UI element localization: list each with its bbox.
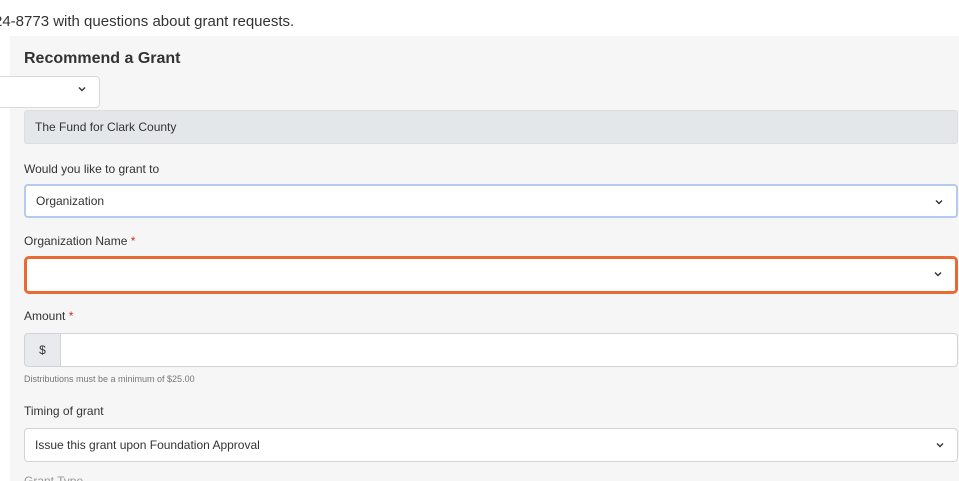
timing-value: Issue this grant upon Foundation Approva… [35, 438, 260, 452]
timing-label: Timing of grant [24, 404, 104, 418]
grant-to-label: Would you like to grant to [24, 162, 160, 176]
contact-notice-text: 24-8773 with questions about grant reque… [0, 13, 295, 30]
amount-help-text: Distributions must be a minimum of $25.0… [24, 374, 195, 384]
required-mark: * [130, 234, 136, 248]
amount-label-text: Amount [24, 309, 66, 323]
org-name-label: Organization Name * [24, 234, 135, 248]
fund-select[interactable] [0, 76, 100, 108]
contact-notice: 24-8773 with questions about grant reque… [0, 10, 959, 34]
chevron-down-icon [934, 272, 942, 277]
chevron-down-icon [935, 200, 943, 205]
grant-to-value: Organization [36, 194, 105, 208]
amount-input[interactable] [60, 333, 958, 367]
grant-to-select[interactable]: Organization [24, 184, 958, 218]
chevron-down-icon [936, 443, 944, 448]
chevron-down-icon [78, 87, 86, 92]
org-name-label-text: Organization Name [24, 234, 128, 248]
timing-select[interactable]: Issue this grant upon Foundation Approva… [24, 428, 958, 462]
section-title: Recommend a Grant [24, 50, 181, 67]
required-mark: * [68, 309, 74, 323]
page: 24-8773 with questions about grant reque… [0, 0, 959, 481]
org-name-select[interactable] [24, 256, 958, 294]
amount-label: Amount * [24, 309, 73, 323]
currency-addon: $ [24, 333, 60, 367]
fund-name-field: The Fund for Clark County [24, 110, 958, 144]
grant-type-label: Grant Type [24, 474, 84, 481]
amount-input-group: $ [24, 333, 958, 367]
